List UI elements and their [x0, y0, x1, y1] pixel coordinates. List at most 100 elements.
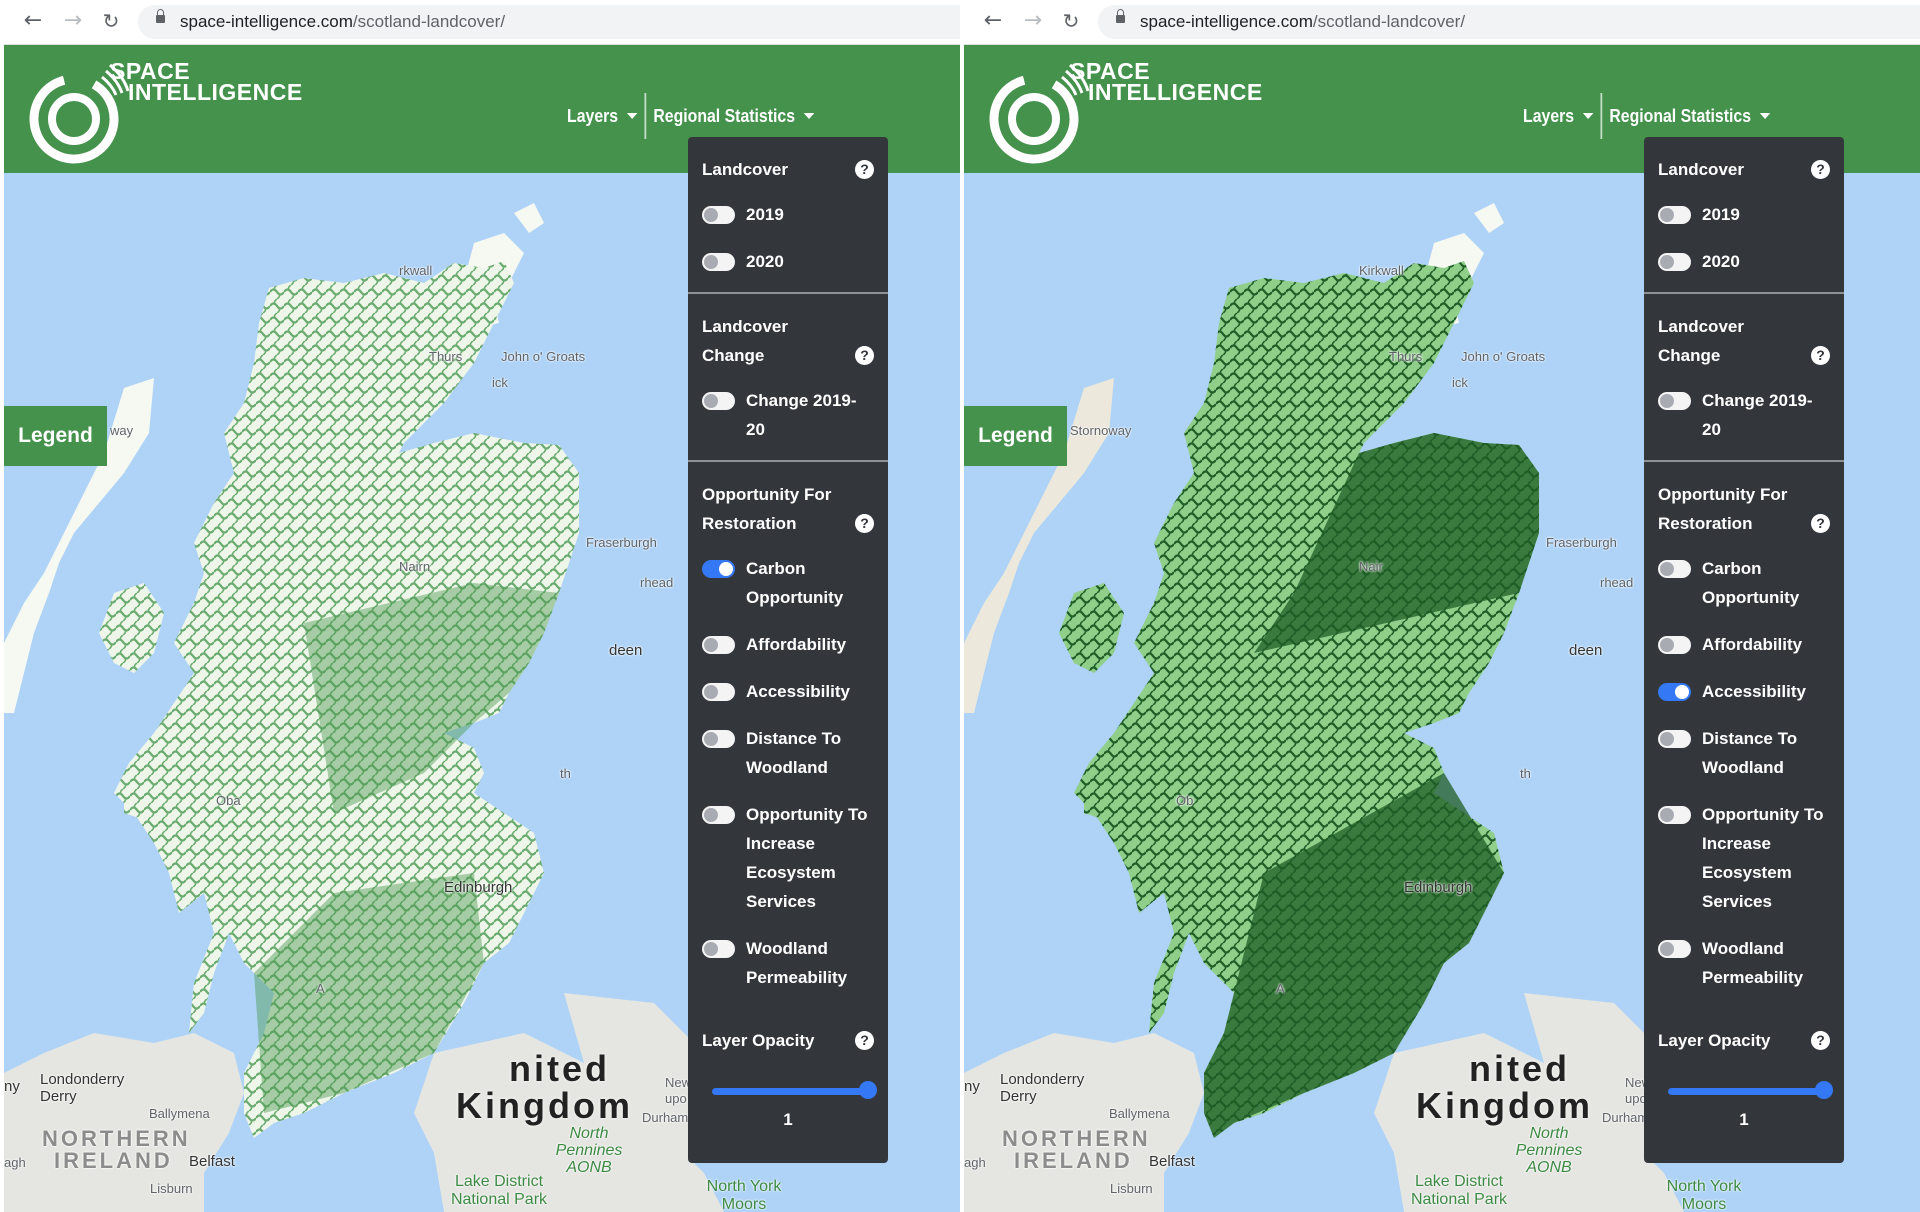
map-label-belfast: Belfast	[189, 1153, 235, 1170]
layer-opacity-title: Layer Opacity	[1658, 1031, 1771, 1050]
toggle-knob	[1660, 732, 1674, 746]
arrow-right-icon[interactable]: →	[60, 8, 86, 34]
map-label-omagh: agh	[4, 1155, 26, 1170]
map-label-wick: ick	[1452, 375, 1468, 390]
toggle-switch[interactable]	[1658, 730, 1691, 748]
slider-track[interactable]	[1668, 1088, 1820, 1095]
map-label-ireland: IRELAND	[1014, 1148, 1133, 1173]
toggle-switch[interactable]	[702, 560, 735, 578]
toggle-switch[interactable]	[702, 206, 735, 224]
slider-thumb[interactable]	[859, 1081, 877, 1099]
toggle-change-2019-20[interactable]: Change 2019-20	[702, 386, 874, 444]
regional-statistics-menu-button[interactable]: Regional Statistics	[646, 106, 821, 127]
arrow-left-icon[interactable]: ←	[980, 8, 1006, 34]
toggle-switch[interactable]	[1658, 806, 1691, 824]
map-label-kingdom: Kingdom	[1416, 1085, 1593, 1126]
toggle-switch[interactable]	[702, 806, 735, 824]
help-icon[interactable]: ?	[855, 514, 874, 533]
reload-icon[interactable]: ↻	[1058, 8, 1084, 34]
toggle-2019[interactable]: 2019	[702, 200, 874, 229]
legend-button[interactable]: Legend	[964, 406, 1067, 466]
toggle-affordability[interactable]: Affordability	[1658, 630, 1830, 659]
toggle-knob	[1660, 255, 1674, 269]
map-label-nairn: Nair	[1359, 559, 1383, 574]
right-browser-pane: ← → ↻ space-intelligence.com/scotland-la…	[964, 0, 1920, 1212]
map-label-thurso: Thurs	[1389, 349, 1423, 364]
help-icon[interactable]: ?	[855, 346, 874, 365]
arrow-right-icon[interactable]: →	[1020, 8, 1046, 34]
layers-menu-button[interactable]: Layers	[560, 106, 645, 127]
toggle-switch[interactable]	[1658, 206, 1691, 224]
toggle-switch[interactable]	[1658, 560, 1691, 578]
section-header: Landcover?	[702, 155, 874, 184]
arrow-left-icon[interactable]: ←	[20, 8, 46, 34]
toggle-woodland-permeability[interactable]: Woodland Permeability	[702, 934, 874, 992]
toggle-knob	[1660, 942, 1674, 956]
help-icon[interactable]: ?	[855, 1031, 874, 1050]
address-bar[interactable]: space-intelligence.com/scotland-landcove…	[138, 5, 960, 39]
map-label-aberdeen: deen	[609, 642, 643, 659]
help-icon[interactable]: ?	[1811, 346, 1830, 365]
section-header: Layer Opacity ?	[1658, 1026, 1830, 1055]
toggle-2020[interactable]: 2020	[702, 247, 874, 276]
url-host: space-intelligence.com	[180, 12, 353, 31]
slider-track[interactable]	[712, 1088, 864, 1095]
toggle-opportunity-to-increase-ecosystem-services[interactable]: Opportunity To Increase Ecosystem Servic…	[702, 800, 874, 916]
toggle-accessibility[interactable]: Accessibility	[1658, 677, 1830, 706]
help-icon[interactable]: ?	[855, 160, 874, 179]
toggle-switch[interactable]	[1658, 940, 1691, 958]
map-label-ayr: A	[316, 981, 325, 996]
map-label-united: nited	[509, 1048, 610, 1089]
help-icon[interactable]: ?	[1811, 160, 1830, 179]
toggle-2020[interactable]: 2020	[1658, 247, 1830, 276]
slider-thumb[interactable]	[1815, 1081, 1833, 1099]
toggle-switch[interactable]	[702, 683, 735, 701]
section-opportunity-for-restoration: Opportunity For Restoration? Carbon Oppor…	[1644, 462, 1844, 1008]
toggle-switch[interactable]	[702, 730, 735, 748]
reload-icon[interactable]: ↻	[98, 8, 124, 34]
address-bar[interactable]: space-intelligence.com/scotland-landcove…	[1098, 5, 1920, 39]
map-label-stornoway: Stornoway	[1070, 423, 1132, 438]
toggle-switch[interactable]	[702, 940, 735, 958]
toggle-label: Carbon Opportunity	[1702, 559, 1800, 607]
help-icon[interactable]: ?	[1811, 514, 1830, 533]
toggle-switch[interactable]	[702, 253, 735, 271]
map-label-ireland: IRELAND	[54, 1148, 173, 1173]
toggle-accessibility[interactable]: Accessibility	[702, 677, 874, 706]
legend-button[interactable]: Legend	[4, 406, 107, 466]
toggle-switch[interactable]	[702, 636, 735, 654]
toggle-switch[interactable]	[1658, 636, 1691, 654]
toggle-carbon-opportunity[interactable]: Carbon Opportunity	[1658, 554, 1830, 612]
toggle-distance-to-woodland[interactable]: Distance To Woodland	[1658, 724, 1830, 782]
help-icon[interactable]: ?	[1811, 1031, 1830, 1050]
toggle-switch[interactable]	[1658, 683, 1691, 701]
toggle-opportunity-to-increase-ecosystem-services[interactable]: Opportunity To Increase Ecosystem Servic…	[1658, 800, 1830, 916]
toggle-label: Distance To Woodland	[746, 729, 842, 777]
toggle-label: Accessibility	[1702, 682, 1806, 701]
map-label-peterhead: rhead	[1600, 575, 1634, 590]
layer-opacity-slider[interactable]	[1668, 1081, 1833, 1101]
layers-menu-button[interactable]: Layers	[1516, 106, 1601, 127]
map-label-united: nited	[1469, 1048, 1570, 1089]
toggle-change-2019-20[interactable]: Change 2019-20	[1658, 386, 1830, 444]
toggle-2019[interactable]: 2019	[1658, 200, 1830, 229]
toggle-switch[interactable]	[702, 392, 735, 410]
toggle-knob	[1660, 638, 1674, 652]
toggle-affordability[interactable]: Affordability	[702, 630, 874, 659]
layer-opacity-slider[interactable]	[712, 1081, 877, 1101]
map-label-oban: Oba	[216, 793, 241, 808]
toggle-switch[interactable]	[1658, 253, 1691, 271]
toggle-carbon-opportunity[interactable]: Carbon Opportunity	[702, 554, 874, 612]
section-header: Opportunity For Restoration?	[702, 480, 874, 538]
map-label-derry: Derry	[1000, 1088, 1037, 1105]
toggle-woodland-permeability[interactable]: Woodland Permeability	[1658, 934, 1830, 992]
lock-icon	[156, 9, 165, 23]
toggle-switch[interactable]	[1658, 392, 1691, 410]
toggle-label: Opportunity To Increase Ecosystem Servic…	[746, 805, 868, 911]
map-label-lisburn: Lisburn	[150, 1181, 193, 1196]
map-label-edinburgh: Edinburgh	[444, 879, 513, 896]
url-text[interactable]: space-intelligence.com/scotland-landcove…	[1140, 12, 1465, 32]
url-text[interactable]: space-intelligence.com/scotland-landcove…	[180, 12, 505, 32]
toggle-distance-to-woodland[interactable]: Distance To Woodland	[702, 724, 874, 782]
regional-statistics-menu-button[interactable]: Regional Statistics	[1602, 106, 1777, 127]
